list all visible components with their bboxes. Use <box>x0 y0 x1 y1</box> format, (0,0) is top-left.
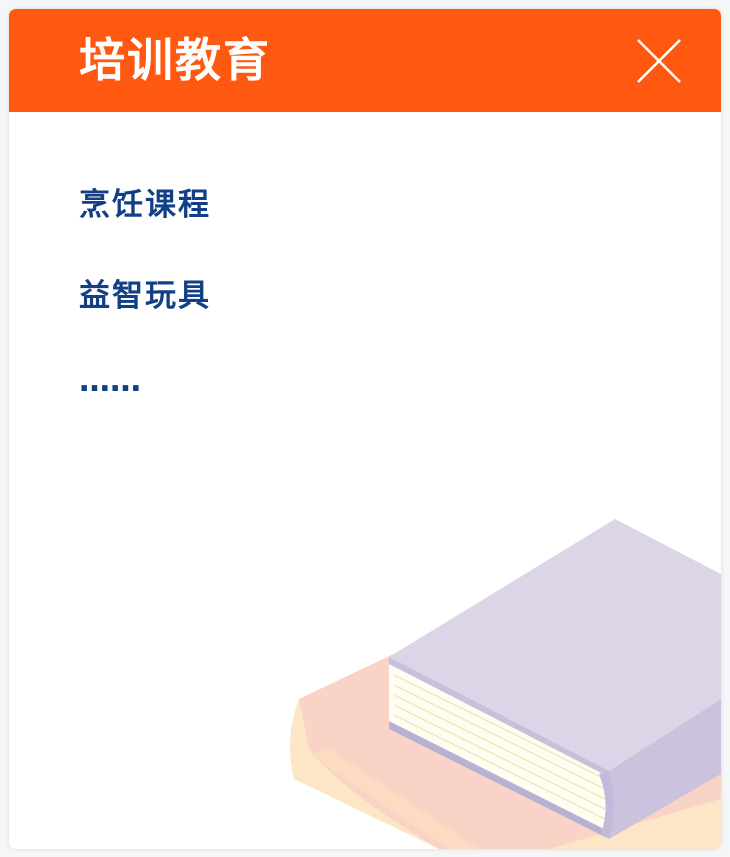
close-icon <box>637 39 681 83</box>
menu-item-educational-toys[interactable]: 益智玩具 <box>79 276 211 316</box>
close-button[interactable] <box>635 37 683 85</box>
dialog-header: 培训教育 <box>9 9 721 112</box>
dialog-title: 培训教育 <box>79 33 271 87</box>
menu-item-cooking-course[interactable]: 烹饪课程 <box>79 185 211 225</box>
category-dialog: 培训教育 烹饪课程 益智玩具 …… <box>9 9 721 849</box>
menu-item-more[interactable]: …… <box>79 361 141 401</box>
books-illustration <box>290 519 721 849</box>
